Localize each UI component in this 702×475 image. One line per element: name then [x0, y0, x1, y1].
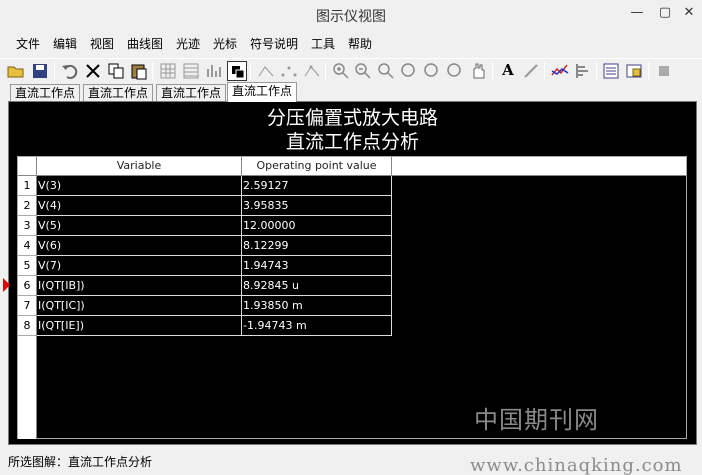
- curve3-icon[interactable]: [302, 61, 322, 81]
- select-icon[interactable]: [227, 61, 247, 81]
- print-icon[interactable]: [601, 61, 621, 81]
- settings-icon[interactable]: [624, 61, 644, 81]
- zoom-x-icon[interactable]: [399, 61, 419, 81]
- table-icon[interactable]: [181, 61, 201, 81]
- menu-edit[interactable]: 编辑: [53, 35, 77, 52]
- watermark-url: www.chinaqking.com: [470, 455, 683, 475]
- curve1-icon[interactable]: [256, 61, 276, 81]
- stop-icon[interactable]: [654, 61, 674, 81]
- zoom-in-icon[interactable]: [331, 61, 351, 81]
- menu-file[interactable]: 文件: [16, 35, 40, 52]
- selection-marker-icon: [3, 278, 10, 292]
- column-header-empty: [392, 157, 686, 176]
- menu-cursor[interactable]: 光标: [213, 35, 237, 52]
- variable-cell[interactable]: V(3): [37, 176, 242, 196]
- title-bar: 图示仪视图 — ▢ ✕: [0, 0, 702, 30]
- column-header-value[interactable]: Operating point value: [242, 157, 392, 176]
- paste-icon[interactable]: [129, 61, 149, 81]
- menu-tools[interactable]: 工具: [311, 35, 335, 52]
- variable-cell[interactable]: V(7): [37, 256, 242, 276]
- menu-help[interactable]: 帮助: [348, 35, 372, 52]
- variable-cell[interactable]: I(QT[IC]): [37, 296, 242, 316]
- maximize-button[interactable]: ▢: [654, 4, 676, 22]
- row-number: 7: [18, 296, 37, 316]
- save-icon[interactable]: [30, 61, 50, 81]
- value-cell[interactable]: -1.94743 m: [242, 316, 392, 336]
- value-cell[interactable]: 3.95835: [242, 196, 392, 216]
- menu-graph[interactable]: 曲线图: [127, 35, 163, 52]
- row-header-filler: [18, 336, 37, 439]
- close-button[interactable]: ✕: [676, 4, 702, 22]
- page-subtitle: 直流工作点分析: [285, 131, 419, 153]
- row-number: 2: [18, 196, 37, 216]
- open-icon[interactable]: [6, 61, 26, 81]
- chart-icon[interactable]: [550, 61, 570, 81]
- toolbar: A: [0, 58, 702, 82]
- value-cell[interactable]: 2.59127: [242, 176, 392, 196]
- row-number: 4: [18, 236, 37, 256]
- status-text: 所选图解：直流工作点分析: [8, 455, 153, 469]
- curve2-icon[interactable]: [279, 61, 299, 81]
- text-icon[interactable]: A: [498, 61, 518, 81]
- pan-icon[interactable]: [468, 61, 488, 81]
- row-number: 6: [18, 276, 37, 296]
- grid-icon[interactable]: [158, 61, 178, 81]
- menu-trace[interactable]: 光迹: [176, 35, 200, 52]
- window-title: 图示仪视图: [316, 9, 386, 25]
- results-table: Variable Operating point value 1 V(3) 2.…: [17, 156, 687, 439]
- bars-icon[interactable]: [204, 61, 224, 81]
- row-number: 5: [18, 256, 37, 276]
- corner-header: [18, 157, 37, 176]
- value-cell[interactable]: 1.93850 m: [242, 296, 392, 316]
- variable-cell[interactable]: V(6): [37, 236, 242, 256]
- row-number: 3: [18, 216, 37, 236]
- zoom-fit-icon[interactable]: [376, 61, 396, 81]
- value-cell[interactable]: 1.94743: [242, 256, 392, 276]
- variable-cell[interactable]: I(QT[IB]): [37, 276, 242, 296]
- tab-strip: 直流工作点 直流工作点 直流工作点 直流工作点: [0, 82, 702, 102]
- zoom-out-icon[interactable]: [353, 61, 373, 81]
- row-number: 1: [18, 176, 37, 196]
- menu-view[interactable]: 视图: [90, 35, 114, 52]
- page-title: 分压偏置式放大电路: [266, 107, 438, 129]
- undo-icon[interactable]: [60, 61, 80, 81]
- value-cell[interactable]: 8.12299: [242, 236, 392, 256]
- variable-cell[interactable]: I(QT[IE]): [37, 316, 242, 336]
- minimize-button[interactable]: —: [626, 4, 648, 22]
- export-icon[interactable]: [573, 61, 593, 81]
- graph-content: 分压偏置式放大电路 直流工作点分析 Variable Operating poi…: [8, 101, 697, 445]
- zoom-y-icon[interactable]: [422, 61, 442, 81]
- value-cell[interactable]: 12.00000: [242, 216, 392, 236]
- copy-icon[interactable]: [106, 61, 126, 81]
- tab-dc-1[interactable]: 直流工作点: [10, 84, 81, 102]
- zoom-all-icon[interactable]: [445, 61, 465, 81]
- row-number: 8: [18, 316, 37, 336]
- tab-dc-4[interactable]: 直流工作点: [227, 82, 298, 102]
- watermark-logo: 中国期刊网: [474, 406, 599, 434]
- value-cell[interactable]: 8.92845 u: [242, 276, 392, 296]
- menu-legend[interactable]: 符号说明: [250, 35, 298, 52]
- cursor-icon[interactable]: [521, 61, 541, 81]
- menu-bar: 文件 编辑 视图 曲线图 光迹 光标 符号说明 工具 帮助: [0, 32, 702, 54]
- tab-dc-2[interactable]: 直流工作点: [83, 84, 154, 102]
- column-header-variable[interactable]: Variable: [37, 157, 242, 176]
- variable-cell[interactable]: V(4): [37, 196, 242, 216]
- tab-dc-3[interactable]: 直流工作点: [156, 84, 227, 102]
- variable-cell[interactable]: V(5): [37, 216, 242, 236]
- delete-icon[interactable]: [83, 61, 103, 81]
